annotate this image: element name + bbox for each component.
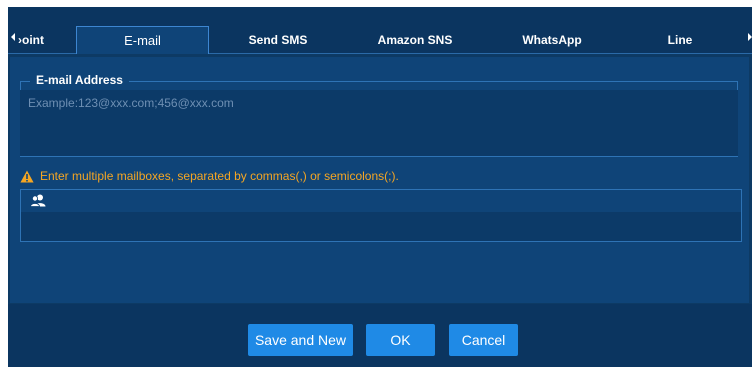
tab-endpoint[interactable]: ›oint	[18, 26, 68, 53]
contacts-box[interactable]	[20, 189, 742, 242]
hint-text: Enter multiple mailboxes, separated by c…	[40, 169, 399, 183]
email-hint: Enter multiple mailboxes, separated by c…	[20, 168, 399, 184]
tab-send-sms[interactable]: Send SMS	[209, 26, 347, 53]
tab-bar: ›oint E-mail Send SMS Amazon SNS WhatsAp…	[8, 7, 752, 54]
cancel-button[interactable]: Cancel	[449, 324, 518, 356]
scroll-left-icon[interactable]	[11, 33, 15, 41]
ok-button[interactable]: OK	[366, 324, 435, 356]
notification-dialog: ›oint E-mail Send SMS Amazon SNS WhatsAp…	[8, 7, 752, 367]
email-address-legend: E-mail Address	[30, 73, 129, 87]
email-panel: E-mail Address Enter multiple mailboxes,…	[10, 57, 749, 303]
tab-amazon-sns[interactable]: Amazon SNS	[347, 26, 483, 53]
dialog-footer: Save and New OK Cancel	[8, 304, 752, 367]
contacts-header	[21, 190, 741, 212]
save-and-new-button[interactable]: Save and New	[248, 324, 353, 356]
scroll-right-icon[interactable]	[748, 33, 752, 41]
contacts-group-icon[interactable]	[30, 194, 46, 207]
warning-icon	[20, 170, 34, 182]
email-address-input[interactable]	[20, 90, 738, 156]
tab-email[interactable]: E-mail	[76, 26, 209, 54]
tab-line[interactable]: Line	[621, 26, 739, 53]
tab-whatsapp[interactable]: WhatsApp	[483, 26, 621, 53]
